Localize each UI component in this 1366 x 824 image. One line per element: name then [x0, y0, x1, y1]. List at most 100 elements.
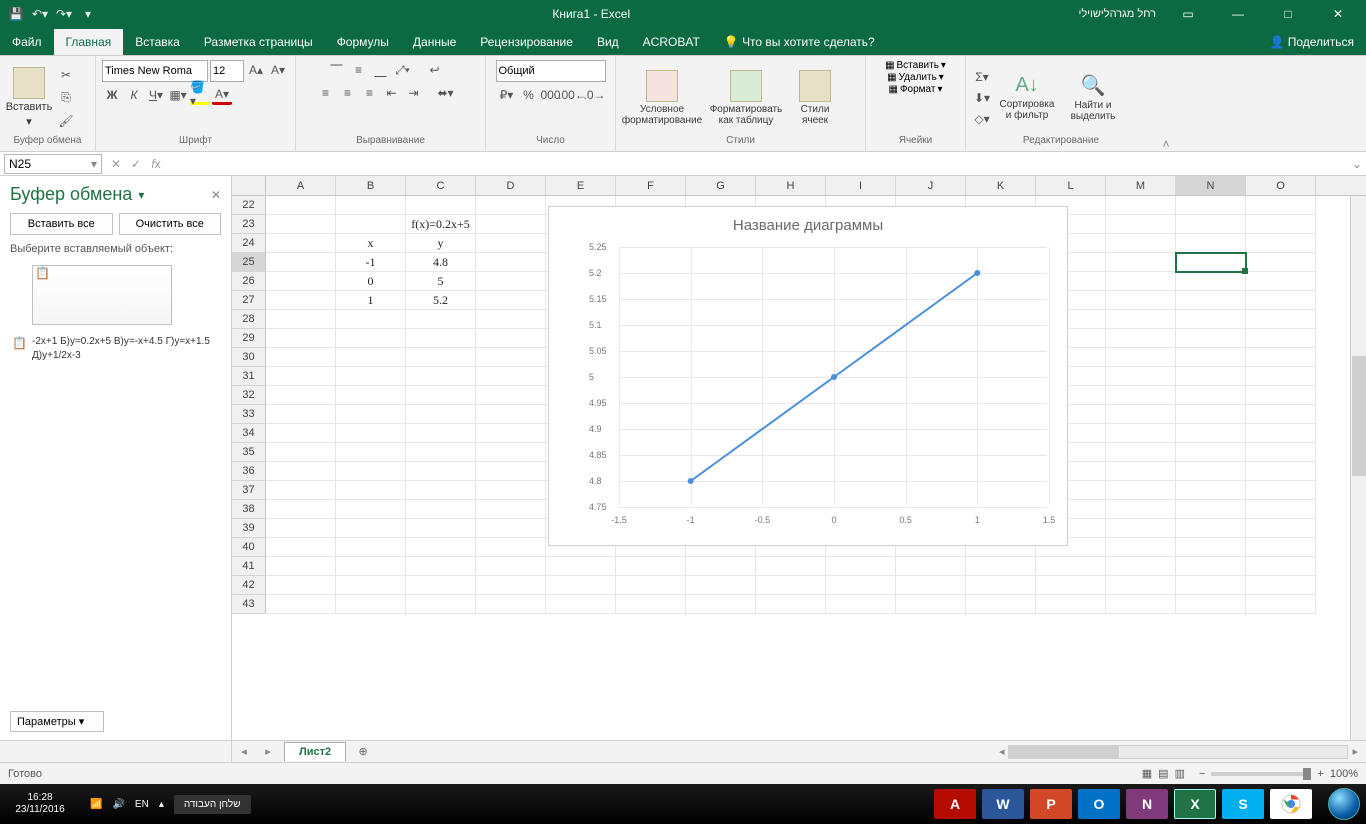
- qat-customize-icon[interactable]: ▾: [80, 6, 96, 22]
- share-button[interactable]: 👤 Поделиться: [1257, 29, 1366, 55]
- cell[interactable]: f(x)=0.2x+5: [406, 215, 476, 234]
- cell[interactable]: 5.2: [406, 291, 476, 310]
- column-header[interactable]: K: [966, 176, 1036, 195]
- taskbar-excel-icon[interactable]: X: [1174, 789, 1216, 819]
- column-header[interactable]: I: [826, 176, 896, 195]
- find-select-button[interactable]: 🔍Найти и выделить: [1062, 62, 1124, 134]
- cell[interactable]: [266, 367, 336, 386]
- underline-icon[interactable]: Ч▾: [146, 85, 166, 105]
- cell[interactable]: [406, 557, 476, 576]
- cell[interactable]: [266, 443, 336, 462]
- cell[interactable]: [1246, 348, 1316, 367]
- cell[interactable]: [1246, 234, 1316, 253]
- cell[interactable]: [1106, 234, 1176, 253]
- column-header[interactable]: J: [896, 176, 966, 195]
- cell[interactable]: [896, 557, 966, 576]
- view-layout-icon[interactable]: ▤: [1158, 767, 1168, 780]
- cell[interactable]: [1246, 310, 1316, 329]
- column-header[interactable]: G: [686, 176, 756, 195]
- column-header[interactable]: O: [1246, 176, 1316, 195]
- cell[interactable]: [966, 595, 1036, 614]
- zoom-slider[interactable]: [1211, 772, 1311, 776]
- insert-cells-button[interactable]: ▦ Вставить ▾: [885, 60, 946, 71]
- cell[interactable]: [266, 329, 336, 348]
- cell[interactable]: [1106, 386, 1176, 405]
- cell[interactable]: [336, 196, 406, 215]
- cell[interactable]: y: [406, 234, 476, 253]
- border-icon[interactable]: ▦▾: [168, 85, 188, 105]
- row-header[interactable]: 34: [232, 424, 266, 443]
- taskbar-desktop-button[interactable]: שלחן העבודה: [174, 795, 251, 814]
- fx-icon[interactable]: fx: [146, 157, 166, 171]
- cell[interactable]: [1106, 196, 1176, 215]
- cell-styles-button[interactable]: Стили ячеек: [790, 62, 840, 134]
- row-header[interactable]: 38: [232, 500, 266, 519]
- taskbar-clock[interactable]: 16:2823/11/2016: [0, 792, 80, 816]
- cell[interactable]: [266, 481, 336, 500]
- formula-input[interactable]: [166, 157, 1348, 171]
- cell[interactable]: 1: [336, 291, 406, 310]
- taskbar-adobe-icon[interactable]: A: [934, 789, 976, 819]
- cell[interactable]: [1106, 215, 1176, 234]
- select-all-corner[interactable]: [232, 176, 266, 195]
- cell[interactable]: [266, 291, 336, 310]
- bold-icon[interactable]: Ж: [102, 85, 122, 105]
- decrease-font-icon[interactable]: A▾: [268, 60, 288, 80]
- cell[interactable]: [1106, 595, 1176, 614]
- cell[interactable]: [336, 424, 406, 443]
- tray-chevron-icon[interactable]: ▴: [159, 799, 164, 810]
- cell[interactable]: [1176, 310, 1246, 329]
- tab-Рецензирование[interactable]: Рецензирование: [468, 29, 585, 55]
- cell[interactable]: [336, 348, 406, 367]
- zoom-out-icon[interactable]: −: [1199, 768, 1205, 780]
- cell[interactable]: [406, 500, 476, 519]
- embedded-chart[interactable]: Название диаграммы 4.754.84.854.94.9555.…: [548, 206, 1068, 546]
- cell[interactable]: [266, 310, 336, 329]
- cell[interactable]: [266, 576, 336, 595]
- taskbar-chrome-icon[interactable]: [1270, 789, 1312, 819]
- view-pagebreak-icon[interactable]: ▥: [1175, 767, 1185, 780]
- cell[interactable]: [476, 519, 546, 538]
- taskbar-outlook-icon[interactable]: O: [1078, 789, 1120, 819]
- align-middle-icon[interactable]: ≡: [349, 60, 369, 80]
- cell[interactable]: [476, 462, 546, 481]
- clipboard-options-button[interactable]: Параметры ▾: [10, 711, 104, 732]
- cell[interactable]: [1106, 272, 1176, 291]
- cell[interactable]: [406, 424, 476, 443]
- autosum-icon[interactable]: Σ▾: [972, 67, 992, 87]
- cell[interactable]: [476, 386, 546, 405]
- undo-icon[interactable]: ↶▾: [32, 6, 48, 22]
- cell[interactable]: [546, 557, 616, 576]
- cell[interactable]: [1246, 367, 1316, 386]
- cell[interactable]: [826, 576, 896, 595]
- cell[interactable]: [1246, 443, 1316, 462]
- tell-me[interactable]: 💡 Что вы хотите сделать?: [712, 29, 887, 55]
- cell[interactable]: [756, 576, 826, 595]
- sort-filter-button[interactable]: A↓Сортировка и фильтр: [996, 62, 1058, 134]
- cell[interactable]: [336, 519, 406, 538]
- cell[interactable]: [896, 595, 966, 614]
- row-header[interactable]: 42: [232, 576, 266, 595]
- column-header[interactable]: A: [266, 176, 336, 195]
- cell[interactable]: [1176, 405, 1246, 424]
- cell[interactable]: [406, 462, 476, 481]
- horizontal-scrollbar[interactable]: ◂▸: [374, 745, 1366, 759]
- account-name[interactable]: רחל מגרהלישוילי: [1078, 8, 1156, 20]
- row-header[interactable]: 39: [232, 519, 266, 538]
- cell[interactable]: [406, 386, 476, 405]
- cell[interactable]: [1176, 367, 1246, 386]
- cell[interactable]: [476, 196, 546, 215]
- format-painter-icon[interactable]: 🖌: [56, 111, 76, 131]
- cell[interactable]: [1176, 291, 1246, 310]
- cell[interactable]: [476, 348, 546, 367]
- cell[interactable]: [826, 557, 896, 576]
- cell[interactable]: [266, 272, 336, 291]
- delete-cells-button[interactable]: ▦ Удалить ▾: [887, 72, 944, 83]
- column-header[interactable]: L: [1036, 176, 1106, 195]
- system-tray[interactable]: 📶 🔊 EN ▴: [80, 799, 174, 810]
- indent-inc-icon[interactable]: ⇥: [404, 83, 424, 103]
- cell[interactable]: [266, 405, 336, 424]
- cell[interactable]: [476, 291, 546, 310]
- cell[interactable]: [406, 310, 476, 329]
- cell[interactable]: [616, 576, 686, 595]
